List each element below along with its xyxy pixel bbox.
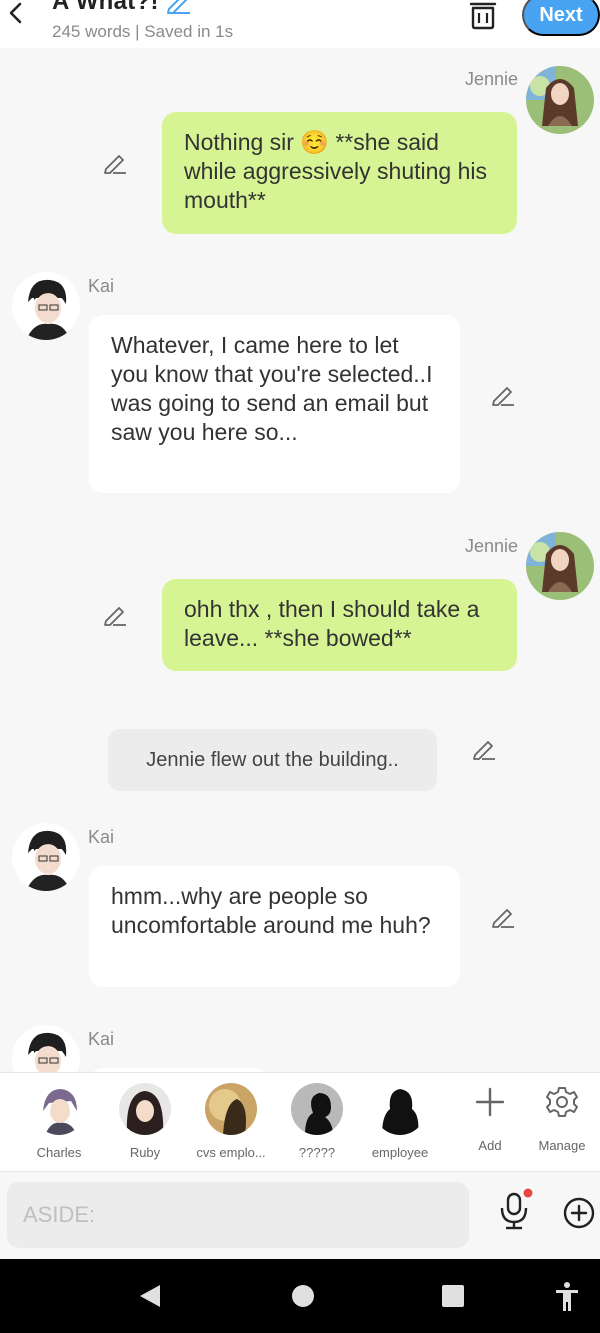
plus-circle-icon[interactable] (562, 1196, 596, 1230)
avatar[interactable] (12, 823, 80, 891)
pencil-icon[interactable] (471, 736, 497, 762)
narration-bubble[interactable]: Jennie flew out the building.. (108, 729, 437, 791)
character-name: employee (371, 1145, 429, 1160)
character-name: Ruby (129, 1145, 161, 1160)
character-charles[interactable]: Charles (16, 1083, 102, 1160)
story-title[interactable]: A What?! (52, 0, 159, 16)
avatar[interactable] (526, 66, 594, 134)
plus-icon (475, 1087, 505, 1117)
pencil-icon[interactable] (102, 602, 128, 628)
character-name: cvs emplo... (196, 1145, 266, 1160)
microphone-icon[interactable] (496, 1188, 536, 1232)
avatar (205, 1083, 257, 1135)
character-bar: Charles Ruby cvs emplo... ????? employee… (0, 1072, 600, 1172)
top-bar: A What?! 245 words | Saved in 1s Next (0, 0, 600, 48)
sender-name: Jennie (464, 69, 518, 89)
story-title-row: A What?! (52, 0, 191, 16)
character-name: Charles (36, 1145, 82, 1160)
trash-icon[interactable] (466, 0, 500, 30)
pencil-icon[interactable] (165, 0, 191, 14)
character-unknown[interactable]: ????? (274, 1083, 360, 1160)
avatar (374, 1083, 426, 1135)
avatar (33, 1083, 85, 1135)
message-bubble[interactable]: ohh thx , then I should take a leave... … (162, 579, 517, 671)
gear-icon (546, 1087, 578, 1117)
aside-input[interactable] (7, 1182, 469, 1248)
chat-scroll-area[interactable]: Jennie Nothing sir ☺️ **she said while a… (0, 48, 600, 1072)
next-button[interactable]: Next (522, 0, 600, 36)
add-label: Add (478, 1138, 502, 1153)
avatar[interactable] (526, 532, 594, 600)
word-count-status: 245 words | Saved in 1s (52, 22, 234, 41)
message-bubble[interactable]: hmm...why are people so uncomfortable ar… (89, 866, 460, 987)
message-bubble[interactable]: Nothing sir ☺️ **she said while aggressi… (162, 112, 517, 234)
manage-label: Manage (538, 1138, 586, 1153)
character-name: ????? (298, 1145, 336, 1160)
manage-characters-button[interactable]: Manage (527, 1085, 597, 1153)
square-recents-icon[interactable] (436, 1279, 470, 1313)
pencil-icon[interactable] (102, 150, 128, 176)
character-employee[interactable]: employee (357, 1083, 443, 1160)
pencil-icon[interactable] (490, 382, 516, 408)
avatar (119, 1083, 171, 1135)
chevron-left-icon[interactable] (4, 0, 26, 28)
character-cvs-employee[interactable]: cvs emplo... (188, 1083, 274, 1160)
pencil-icon[interactable] (490, 904, 516, 930)
message-bubble[interactable]: Whatever, I came here to let you know th… (89, 315, 460, 493)
triangle-back-icon[interactable] (134, 1279, 168, 1313)
avatar[interactable] (12, 272, 80, 340)
add-character-button[interactable]: Add (455, 1085, 525, 1153)
input-bar (0, 1172, 600, 1259)
sender-name: Kai (88, 827, 115, 847)
sender-name: Kai (88, 276, 115, 296)
avatar[interactable] (12, 1025, 80, 1072)
sender-name: Kai (88, 1029, 115, 1049)
system-nav-bar (0, 1259, 600, 1333)
character-ruby[interactable]: Ruby (102, 1083, 188, 1160)
avatar (291, 1083, 343, 1135)
sender-name: Jennie (464, 536, 518, 556)
accessibility-icon[interactable] (550, 1279, 584, 1313)
circle-home-icon[interactable] (286, 1279, 320, 1313)
